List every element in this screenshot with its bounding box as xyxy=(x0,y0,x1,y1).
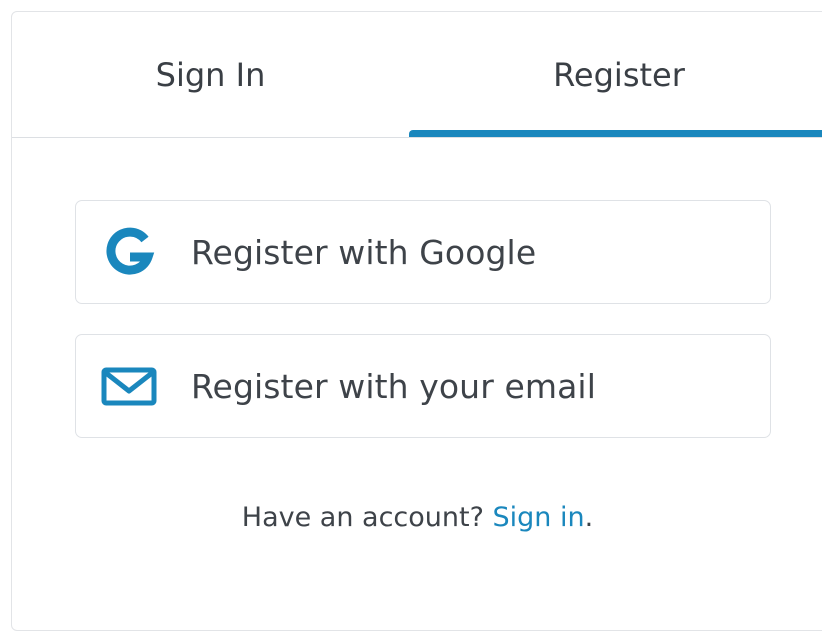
active-tab-indicator xyxy=(409,130,822,137)
auth-tabs: Sign In Register xyxy=(12,12,822,138)
mail-icon xyxy=(100,359,158,415)
tab-register[interactable]: Register xyxy=(409,12,822,138)
register-email-button[interactable]: Register with your email xyxy=(75,334,771,438)
register-google-button[interactable]: Register with Google xyxy=(75,200,771,304)
auth-card: Sign In Register Register with Google Re… xyxy=(11,11,822,631)
have-account-text: Have an account? Sign in. xyxy=(12,502,822,533)
tab-sign-in[interactable]: Sign In xyxy=(12,12,409,138)
register-google-label: Register with Google xyxy=(191,232,537,272)
have-account-prompt: Have an account? xyxy=(241,502,493,533)
footer-period: . xyxy=(584,502,594,533)
sign-in-link[interactable]: Sign in xyxy=(493,502,585,533)
google-icon xyxy=(100,225,158,281)
register-email-label: Register with your email xyxy=(191,366,596,406)
